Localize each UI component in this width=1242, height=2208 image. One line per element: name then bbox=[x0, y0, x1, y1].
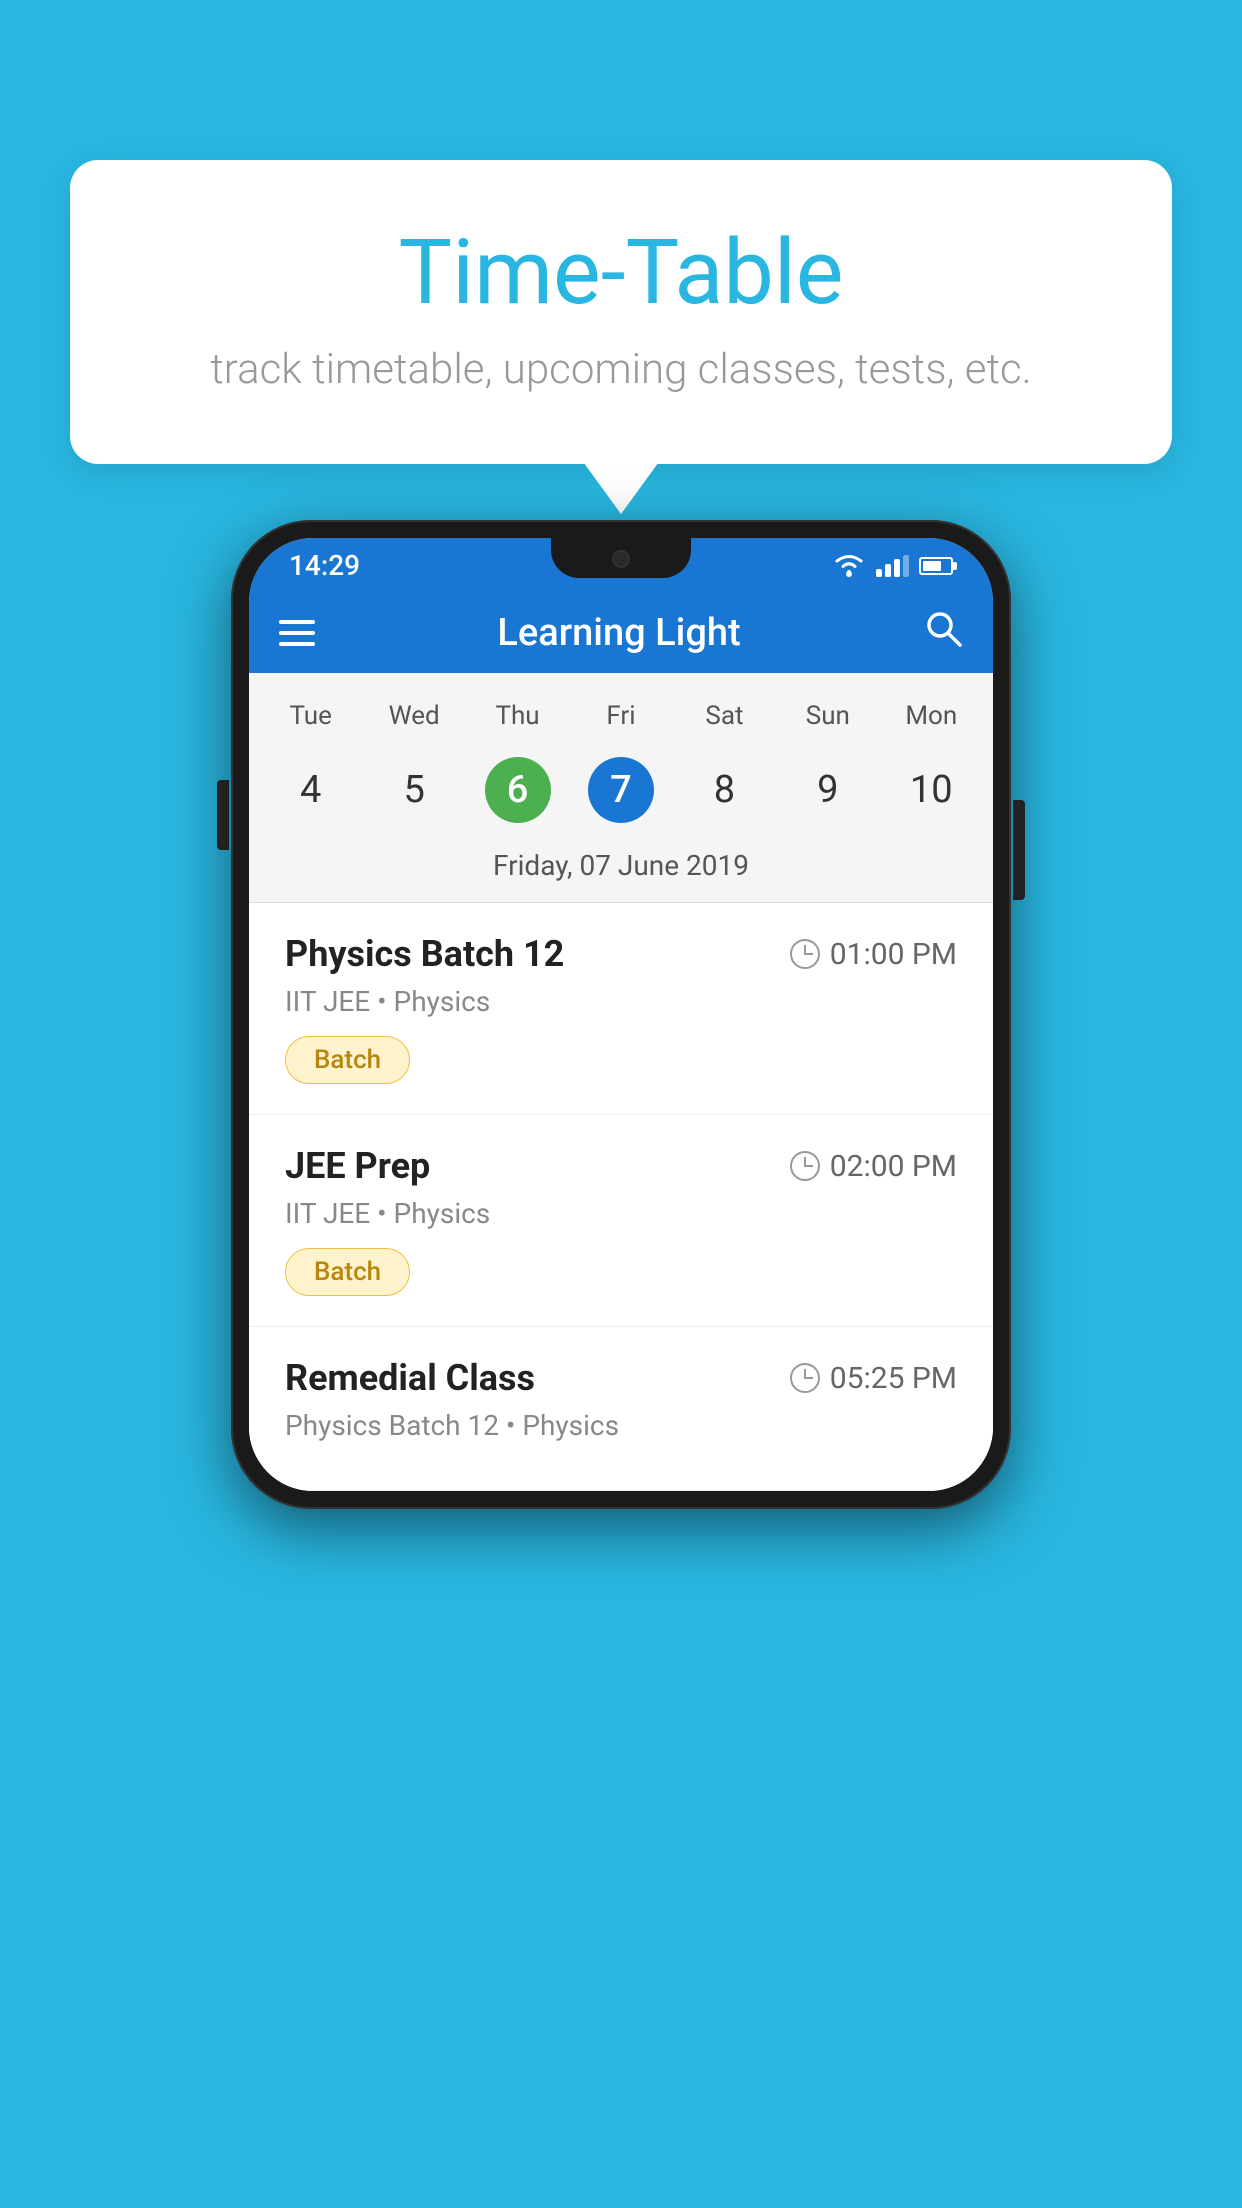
phone-outer: 14:29 bbox=[231, 520, 1011, 1509]
wifi-icon bbox=[832, 552, 866, 580]
day-numbers: 4 5 6 7 8 9 10 bbox=[249, 747, 993, 833]
day-header-sun: Sun bbox=[776, 693, 879, 739]
day-5[interactable]: 5 bbox=[362, 747, 465, 833]
schedule-time-2: 02:00 PM bbox=[790, 1149, 957, 1184]
status-time: 14:29 bbox=[289, 549, 360, 582]
batch-badge-1: Batch bbox=[285, 1036, 410, 1084]
search-icon bbox=[923, 608, 963, 648]
day-9[interactable]: 9 bbox=[776, 747, 879, 833]
schedule-title-1: Physics Batch 12 bbox=[285, 933, 564, 975]
schedule-time-value-3: 05:25 PM bbox=[830, 1361, 957, 1396]
battery-icon bbox=[919, 557, 953, 575]
hamburger-line-2 bbox=[279, 631, 315, 635]
day-header-wed: Wed bbox=[362, 693, 465, 739]
schedule-item-1-header: Physics Batch 12 01:00 PM bbox=[285, 933, 957, 975]
bubble-subtitle: track timetable, upcoming classes, tests… bbox=[130, 345, 1112, 394]
hamburger-line-1 bbox=[279, 620, 315, 624]
schedule-meta-2: IIT JEE • Physics bbox=[285, 1197, 957, 1230]
day-header-tue: Tue bbox=[259, 693, 362, 739]
day-header-sat: Sat bbox=[673, 693, 776, 739]
day-6[interactable]: 6 bbox=[466, 747, 569, 833]
schedule-item-3[interactable]: Remedial Class 05:25 PM Physics Batch 12… bbox=[249, 1327, 993, 1491]
clock-icon-1 bbox=[790, 939, 820, 969]
clock-icon-3 bbox=[790, 1363, 820, 1393]
schedule-meta-1: IIT JEE • Physics bbox=[285, 985, 957, 1018]
day-header-thu: Thu bbox=[466, 693, 569, 739]
search-button[interactable] bbox=[923, 608, 963, 658]
day-10[interactable]: 10 bbox=[880, 747, 983, 833]
signal-icon bbox=[876, 555, 909, 577]
day-circle-selected: 7 bbox=[588, 757, 654, 823]
phone-notch bbox=[551, 538, 691, 578]
day-header-mon: Mon bbox=[880, 693, 983, 739]
schedule-time-3: 05:25 PM bbox=[790, 1361, 957, 1396]
schedule-time-value-1: 01:00 PM bbox=[830, 937, 957, 972]
day-8[interactable]: 8 bbox=[673, 747, 776, 833]
day-7[interactable]: 7 bbox=[569, 747, 672, 833]
battery-fill bbox=[923, 561, 941, 571]
schedule-time-value-2: 02:00 PM bbox=[830, 1149, 957, 1184]
schedule-list: Physics Batch 12 01:00 PM IIT JEE • Phys… bbox=[249, 903, 993, 1491]
clock-icon-2 bbox=[790, 1151, 820, 1181]
selected-date-label: Friday, 07 June 2019 bbox=[249, 833, 993, 903]
day-headers: Tue Wed Thu Fri Sat Sun Mon bbox=[249, 693, 993, 739]
schedule-title-2: JEE Prep bbox=[285, 1145, 430, 1187]
schedule-item-2[interactable]: JEE Prep 02:00 PM IIT JEE • Physics Batc… bbox=[249, 1115, 993, 1327]
day-header-fri: Fri bbox=[569, 693, 672, 739]
calendar-strip: Tue Wed Thu Fri Sat Sun Mon 4 5 6 7 bbox=[249, 673, 993, 903]
hamburger-line-3 bbox=[279, 642, 315, 646]
day-circle-today: 6 bbox=[485, 757, 551, 823]
speech-bubble: Time-Table track timetable, upcoming cla… bbox=[70, 160, 1172, 464]
schedule-item-1[interactable]: Physics Batch 12 01:00 PM IIT JEE • Phys… bbox=[249, 903, 993, 1115]
phone-wrapper: 14:29 bbox=[231, 520, 1011, 1509]
schedule-title-3: Remedial Class bbox=[285, 1357, 535, 1399]
bubble-title: Time-Table bbox=[130, 220, 1112, 325]
schedule-item-2-header: JEE Prep 02:00 PM bbox=[285, 1145, 957, 1187]
app-title: Learning Light bbox=[497, 611, 740, 655]
front-camera bbox=[612, 550, 630, 568]
phone-screen: 14:29 bbox=[249, 538, 993, 1491]
hamburger-button[interactable] bbox=[279, 620, 315, 646]
day-4[interactable]: 4 bbox=[259, 747, 362, 833]
schedule-time-1: 01:00 PM bbox=[790, 937, 957, 972]
schedule-item-3-header: Remedial Class 05:25 PM bbox=[285, 1357, 957, 1399]
app-bar: Learning Light bbox=[249, 593, 993, 673]
speech-bubble-container: Time-Table track timetable, upcoming cla… bbox=[70, 160, 1172, 464]
batch-badge-2: Batch bbox=[285, 1248, 410, 1296]
schedule-meta-3: Physics Batch 12 • Physics bbox=[285, 1409, 957, 1442]
status-icons bbox=[832, 552, 953, 580]
